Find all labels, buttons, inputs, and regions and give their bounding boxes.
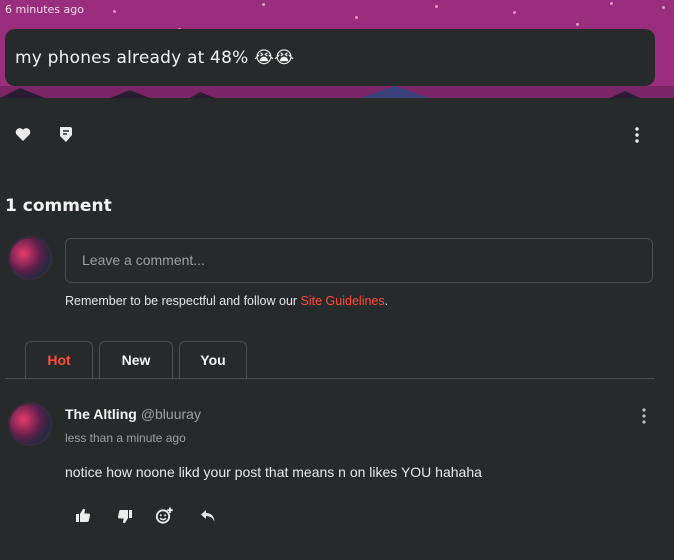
comment-time: less than a minute ago (65, 431, 186, 445)
tab-you[interactable]: You (179, 341, 247, 378)
comment-count: 1 comment (5, 196, 112, 216)
post-caption-text: my phones already at 48% 😭😭 (15, 47, 295, 68)
more-vertical-icon[interactable] (634, 127, 640, 147)
comment-text: notice how noone likd your post that mea… (65, 464, 482, 480)
site-guidelines-link[interactable]: Site Guidelines (301, 294, 385, 308)
add-reaction-icon[interactable] (155, 507, 173, 528)
avatar[interactable] (8, 236, 52, 280)
tab-you-label: You (200, 352, 226, 368)
tab-new-label: New (121, 352, 151, 368)
tab-hot-label: Hot (47, 352, 71, 368)
comment-input[interactable]: Leave a comment... (65, 238, 653, 283)
tab-new[interactable]: New (99, 341, 173, 378)
guidelines-note: Remember to be respectful and follow our… (65, 294, 388, 308)
comment-author-name[interactable]: The Altling (65, 406, 137, 422)
tabs-divider (5, 378, 655, 379)
reply-icon[interactable] (200, 508, 216, 527)
comment-author: The Altling @bluuray (65, 406, 201, 422)
guidelines-text: Remember to be respectful and follow our (65, 294, 301, 308)
tag-icon[interactable] (58, 126, 74, 147)
heart-icon[interactable] (15, 127, 31, 146)
comment-more-icon[interactable] (641, 408, 647, 428)
thumbs-down-icon[interactable] (117, 509, 133, 528)
post-timestamp: 6 minutes ago (5, 3, 84, 16)
comment-avatar[interactable] (8, 402, 52, 446)
guidelines-end: . (384, 294, 389, 308)
comment-author-handle[interactable]: @bluuray (141, 406, 201, 422)
thumbs-up-icon[interactable] (75, 508, 91, 527)
tab-hot[interactable]: Hot (25, 341, 93, 378)
post-caption: my phones already at 48% 😭😭 (5, 29, 655, 86)
